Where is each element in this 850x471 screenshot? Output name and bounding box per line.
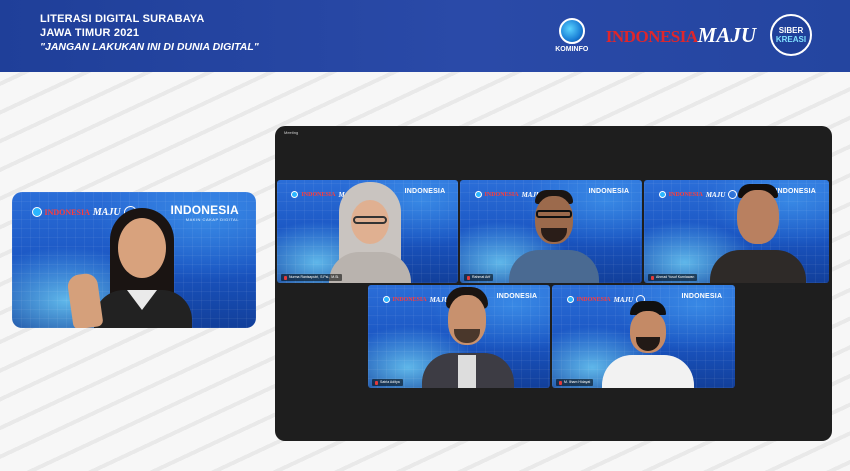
participant-torso — [509, 250, 599, 283]
zoom-meeting-window[interactable]: Meeting INDONESIA MAJU INDONESIA Nurma R… — [275, 126, 832, 441]
participant-name: Rahmat Arif — [472, 275, 491, 279]
banner-tagline: "JANGAN LAKUKAN INI DI DUNIA DIGITAL" — [40, 41, 259, 53]
siberkreasi-logo: SIBER KREASI — [770, 14, 812, 56]
participant-face — [737, 190, 779, 244]
participant-name: Ahmad Yusuf Kurniawan — [656, 275, 695, 279]
participant-person — [592, 285, 702, 388]
participant-torso — [602, 355, 694, 388]
participant-name-label: Satria Aditya — [372, 379, 403, 386]
maju-wordmark: MAJU — [697, 22, 756, 47]
banner-title-line2: JAWA TIMUR 2021 — [40, 27, 140, 39]
host-raised-hand — [66, 272, 104, 328]
glasses-icon — [353, 216, 387, 224]
participant-name-label: Rahmat Arif — [464, 274, 494, 281]
kreasi-wordmark: KREASI — [775, 35, 807, 44]
participant-person — [505, 180, 601, 283]
host-video-tile: INDONESIA MAJU INDONESIA MAKIN CAKAP DIG… — [12, 192, 256, 328]
participant-tile[interactable]: INDONESIA MAJU INDONESIA Nurma Ranisaput… — [277, 180, 458, 283]
kominfo-emblem-icon — [382, 296, 390, 304]
participant-name-label: Nurma Ranisaputri, S.Psi., M.Si. — [281, 274, 343, 281]
kominfo-emblem-icon — [558, 17, 585, 44]
participant-shirt — [458, 355, 476, 388]
kominfo-emblem-icon — [658, 191, 666, 199]
muted-mic-icon — [284, 275, 287, 280]
indonesia-wordmark: INDONESIA — [605, 26, 698, 46]
indonesia-maju-logo: INDONESIA MAJU — [606, 23, 756, 48]
kominfo-emblem-icon — [566, 296, 574, 304]
vbg-indonesia-wordmark: INDONESIA — [668, 191, 703, 198]
header-banner: LITERASI DIGITAL SURABAYA JAWA TIMUR 202… — [0, 0, 850, 72]
participant-person — [325, 180, 415, 283]
zoom-window-title: Meeting — [284, 130, 299, 135]
muted-mic-icon — [651, 275, 654, 280]
kominfo-emblem-icon — [31, 207, 42, 218]
glasses-icon — [536, 210, 572, 218]
participant-name: M. Ilham Hidayat — [564, 380, 591, 384]
participant-name: Satria Aditya — [380, 380, 400, 384]
banner-title-block: LITERASI DIGITAL SURABAYA JAWA TIMUR 202… — [40, 12, 259, 54]
participant-name-label: Ahmad Yusuf Kurniawan — [648, 274, 698, 281]
participant-name: Nurma Ranisaputri, S.Psi., M.Si. — [289, 275, 340, 279]
kominfo-logo: KOMINFO — [552, 17, 592, 53]
banner-title-line1: LITERASI DIGITAL SURABAYA — [40, 13, 205, 25]
participant-tile[interactable]: INDONESIA MAJU INDONESIA Satria Aditya — [368, 285, 550, 388]
participant-torso-batik — [710, 250, 806, 283]
sponsor-logos: KOMINFO INDONESIA MAJU SIBER KREASI — [552, 14, 812, 56]
kominfo-emblem-icon — [291, 191, 299, 199]
kominfo-emblem-icon — [474, 191, 482, 199]
participant-tile[interactable]: INDONESIA MAJU INDONESIA M. Ilham Hidaya… — [552, 285, 735, 388]
muted-mic-icon — [559, 380, 562, 385]
participant-tile[interactable]: INDONESIA MAJU INDONESIA Rahmat Arif — [460, 180, 642, 283]
participant-person — [704, 180, 806, 283]
host-person — [66, 204, 212, 328]
siber-wordmark: SIBER — [778, 26, 804, 35]
muted-mic-icon — [467, 275, 470, 280]
participant-person — [416, 285, 516, 388]
host-face — [118, 218, 166, 278]
participant-tile[interactable]: INDONESIA MAJU INDONESIA Ahmad Yusuf Kur… — [644, 180, 829, 283]
kominfo-label: KOMINFO — [555, 45, 589, 53]
muted-mic-icon — [375, 380, 378, 385]
participant-name-label: M. Ilham Hidayat — [556, 379, 594, 386]
